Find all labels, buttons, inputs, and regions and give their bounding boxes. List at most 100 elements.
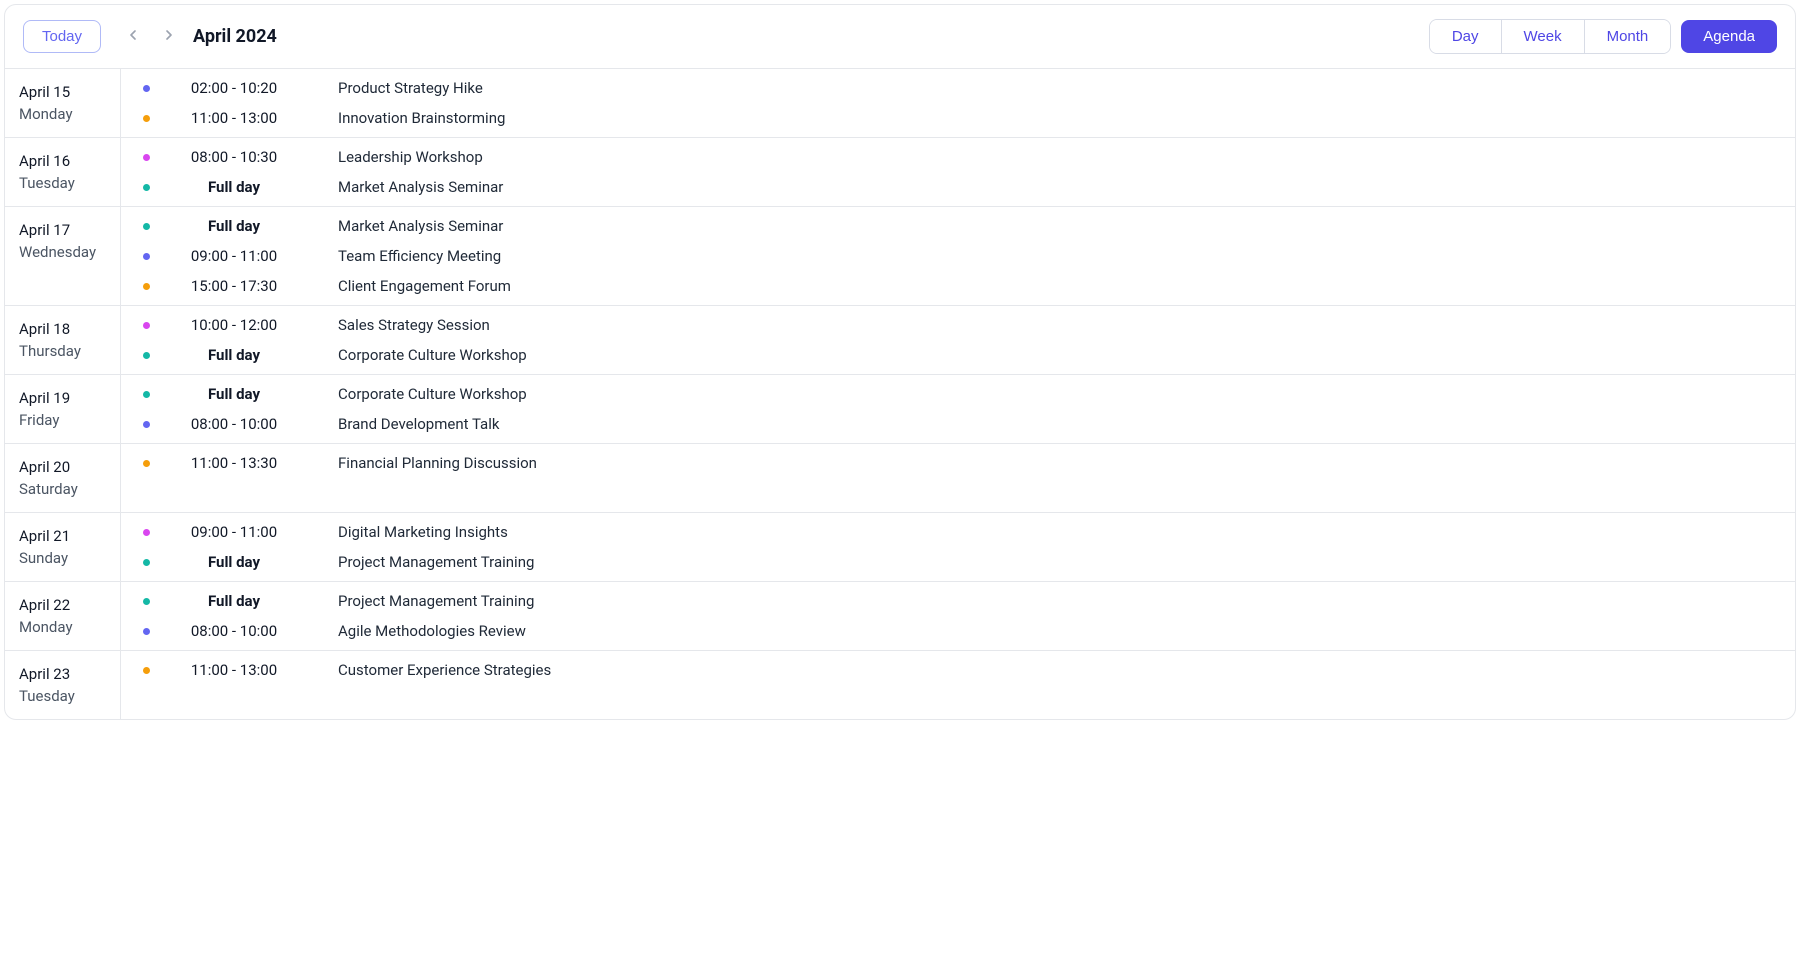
agenda-list: April 15Monday02:00 - 10:20Product Strat… — [5, 69, 1795, 719]
prev-button[interactable] — [119, 21, 147, 52]
day-date: April 23 — [19, 665, 108, 683]
event-time: 11:00 - 13:30 — [164, 454, 304, 472]
event-time: Full day — [164, 178, 304, 196]
day-header[interactable]: April 17Wednesday — [5, 207, 121, 305]
day-row: April 21Sunday 09:00 - 11:00 Digital Marke… — [5, 513, 1795, 582]
day-header[interactable]: April 21Sunday — [5, 513, 121, 581]
events-column: Full day Corporate Culture Workshop 08:00 … — [121, 375, 1795, 443]
event-color-dot — [143, 598, 150, 605]
day-header[interactable]: April 19 Friday — [5, 375, 121, 443]
event-row[interactable]: 08:00 - 10:00 Agile Methodologies Review — [143, 622, 1785, 640]
view-week-button[interactable]: Week — [1501, 20, 1584, 53]
event-title: Financial Planning Discussion — [338, 454, 537, 472]
events-column: 09:00 - 11:00 Digital Marketing Insights F… — [121, 513, 1795, 581]
event-color-dot — [143, 628, 150, 635]
events-column: 10:00 - 12:00Sales Strategy Session Full … — [121, 306, 1795, 374]
day-weekday: Friday — [19, 411, 108, 429]
event-time: 15:00 - 17:30 — [164, 277, 304, 295]
events-column: Full day Project Management Training 08:00… — [121, 582, 1795, 650]
event-title: Customer Experience Strategies — [338, 661, 551, 679]
event-time: Full day — [164, 385, 304, 403]
day-date: April 19 — [19, 389, 108, 407]
event-row[interactable]: 09:00 - 11:00 Digital Marketing Insights — [143, 523, 1785, 541]
event-title: Client Engagement Forum — [338, 277, 511, 295]
view-month-button[interactable]: Month — [1584, 20, 1671, 53]
chevron-right-icon — [161, 27, 177, 46]
day-weekday: Tuesday — [19, 687, 108, 705]
event-color-dot — [143, 391, 150, 398]
day-header[interactable]: April 22 Monday — [5, 582, 121, 650]
event-row[interactable]: Full dayCorporate Culture Workshop — [143, 346, 1785, 364]
event-title: Corporate Culture Workshop — [338, 385, 527, 403]
event-row[interactable]: 02:00 - 10:20Product Strategy Hike — [143, 79, 1785, 97]
event-row[interactable]: Full day Corporate Culture Workshop — [143, 385, 1785, 403]
event-row[interactable]: Full day Project Management Training — [143, 592, 1785, 610]
event-time: Full day — [164, 592, 304, 610]
nav-arrows — [119, 21, 183, 52]
event-title: Team Efficiency Meeting — [338, 247, 501, 265]
day-date: April 16 — [19, 152, 108, 170]
event-title: Corporate Culture Workshop — [338, 346, 527, 364]
day-header[interactable]: April 23 Tuesday — [5, 651, 121, 719]
event-time: 11:00 - 13:00 — [164, 661, 304, 679]
day-date: April 22 — [19, 596, 108, 614]
event-color-dot — [143, 184, 150, 191]
event-title: Agile Methodologies Review — [338, 622, 526, 640]
events-column: 02:00 - 10:20Product Strategy Hike 11:00 … — [121, 69, 1795, 137]
event-row[interactable]: 11:00 - 13:00 Innovation Brainstorming — [143, 109, 1785, 127]
event-row[interactable]: Full dayMarket Analysis Seminar — [143, 217, 1785, 235]
day-header[interactable]: April 16Tuesday — [5, 138, 121, 206]
event-time: 08:00 - 10:30 — [164, 148, 304, 166]
event-title: Product Strategy Hike — [338, 79, 483, 97]
event-time: 08:00 - 10:00 — [164, 415, 304, 433]
day-header[interactable]: April 15Monday — [5, 69, 121, 137]
event-row[interactable]: 15:00 - 17:30 Client Engagement Forum — [143, 277, 1785, 295]
event-time: 09:00 - 11:00 — [164, 523, 304, 541]
day-weekday: Monday — [19, 618, 108, 636]
event-time: Full day — [164, 217, 304, 235]
event-color-dot — [143, 421, 150, 428]
day-header[interactable]: April 20 Saturday — [5, 444, 121, 512]
view-day-button[interactable]: Day — [1430, 20, 1501, 53]
event-title: Innovation Brainstorming — [338, 109, 505, 127]
chevron-left-icon — [125, 27, 141, 46]
event-row[interactable]: 11:00 - 13:30 Financial Planning Discussi… — [143, 454, 1785, 472]
event-row[interactable]: 09:00 - 11:00Team Efficiency Meeting — [143, 247, 1785, 265]
event-time: 11:00 - 13:00 — [164, 109, 304, 127]
event-title: Digital Marketing Insights — [338, 523, 508, 541]
view-agenda-button[interactable]: Agenda — [1681, 20, 1777, 53]
event-color-dot — [143, 352, 150, 359]
event-row[interactable]: Full day Project Management Training — [143, 553, 1785, 571]
day-header[interactable]: April 18 Thursday — [5, 306, 121, 374]
day-weekday: Sunday — [19, 549, 108, 567]
day-date: April 15 — [19, 83, 108, 101]
event-time: 08:00 - 10:00 — [164, 622, 304, 640]
event-title: Project Management Training — [338, 553, 534, 571]
today-button[interactable]: Today — [23, 20, 101, 53]
event-color-dot — [143, 253, 150, 260]
event-row[interactable]: 08:00 - 10:30 Leadership Workshop — [143, 148, 1785, 166]
day-row: April 17WednesdayFull dayMarket Analysis… — [5, 207, 1795, 306]
month-title: April 2024 — [193, 26, 277, 47]
events-column: Full dayMarket Analysis Seminar 09:00 - 1… — [121, 207, 1795, 305]
view-segmented: Day Week Month — [1429, 19, 1671, 54]
day-weekday: Wednesday — [19, 243, 108, 261]
event-title: Leadership Workshop — [338, 148, 483, 166]
event-title: Market Analysis Seminar — [338, 178, 503, 196]
next-button[interactable] — [155, 21, 183, 52]
day-date: April 18 — [19, 320, 108, 338]
calendar-container: Today April 2024 Day Week Month Agenda — [4, 4, 1796, 720]
event-row[interactable]: 08:00 - 10:00Brand Development Talk — [143, 415, 1785, 433]
event-row[interactable]: Full day Market Analysis Seminar — [143, 178, 1785, 196]
event-time: 10:00 - 12:00 — [164, 316, 304, 334]
day-row: April 18 Thursday 10:00 - 12:00Sales Strat… — [5, 306, 1795, 375]
event-time: Full day — [164, 553, 304, 571]
day-weekday: Thursday — [19, 342, 108, 360]
day-weekday: Saturday — [19, 480, 108, 498]
day-row: April 22 Monday Full day Project Management… — [5, 582, 1795, 651]
event-row[interactable]: 11:00 - 13:00 Customer Experience Strateg… — [143, 661, 1785, 679]
event-color-dot — [143, 667, 150, 674]
event-row[interactable]: 10:00 - 12:00Sales Strategy Session — [143, 316, 1785, 334]
event-title: Project Management Training — [338, 592, 534, 610]
day-date: April 20 — [19, 458, 108, 476]
